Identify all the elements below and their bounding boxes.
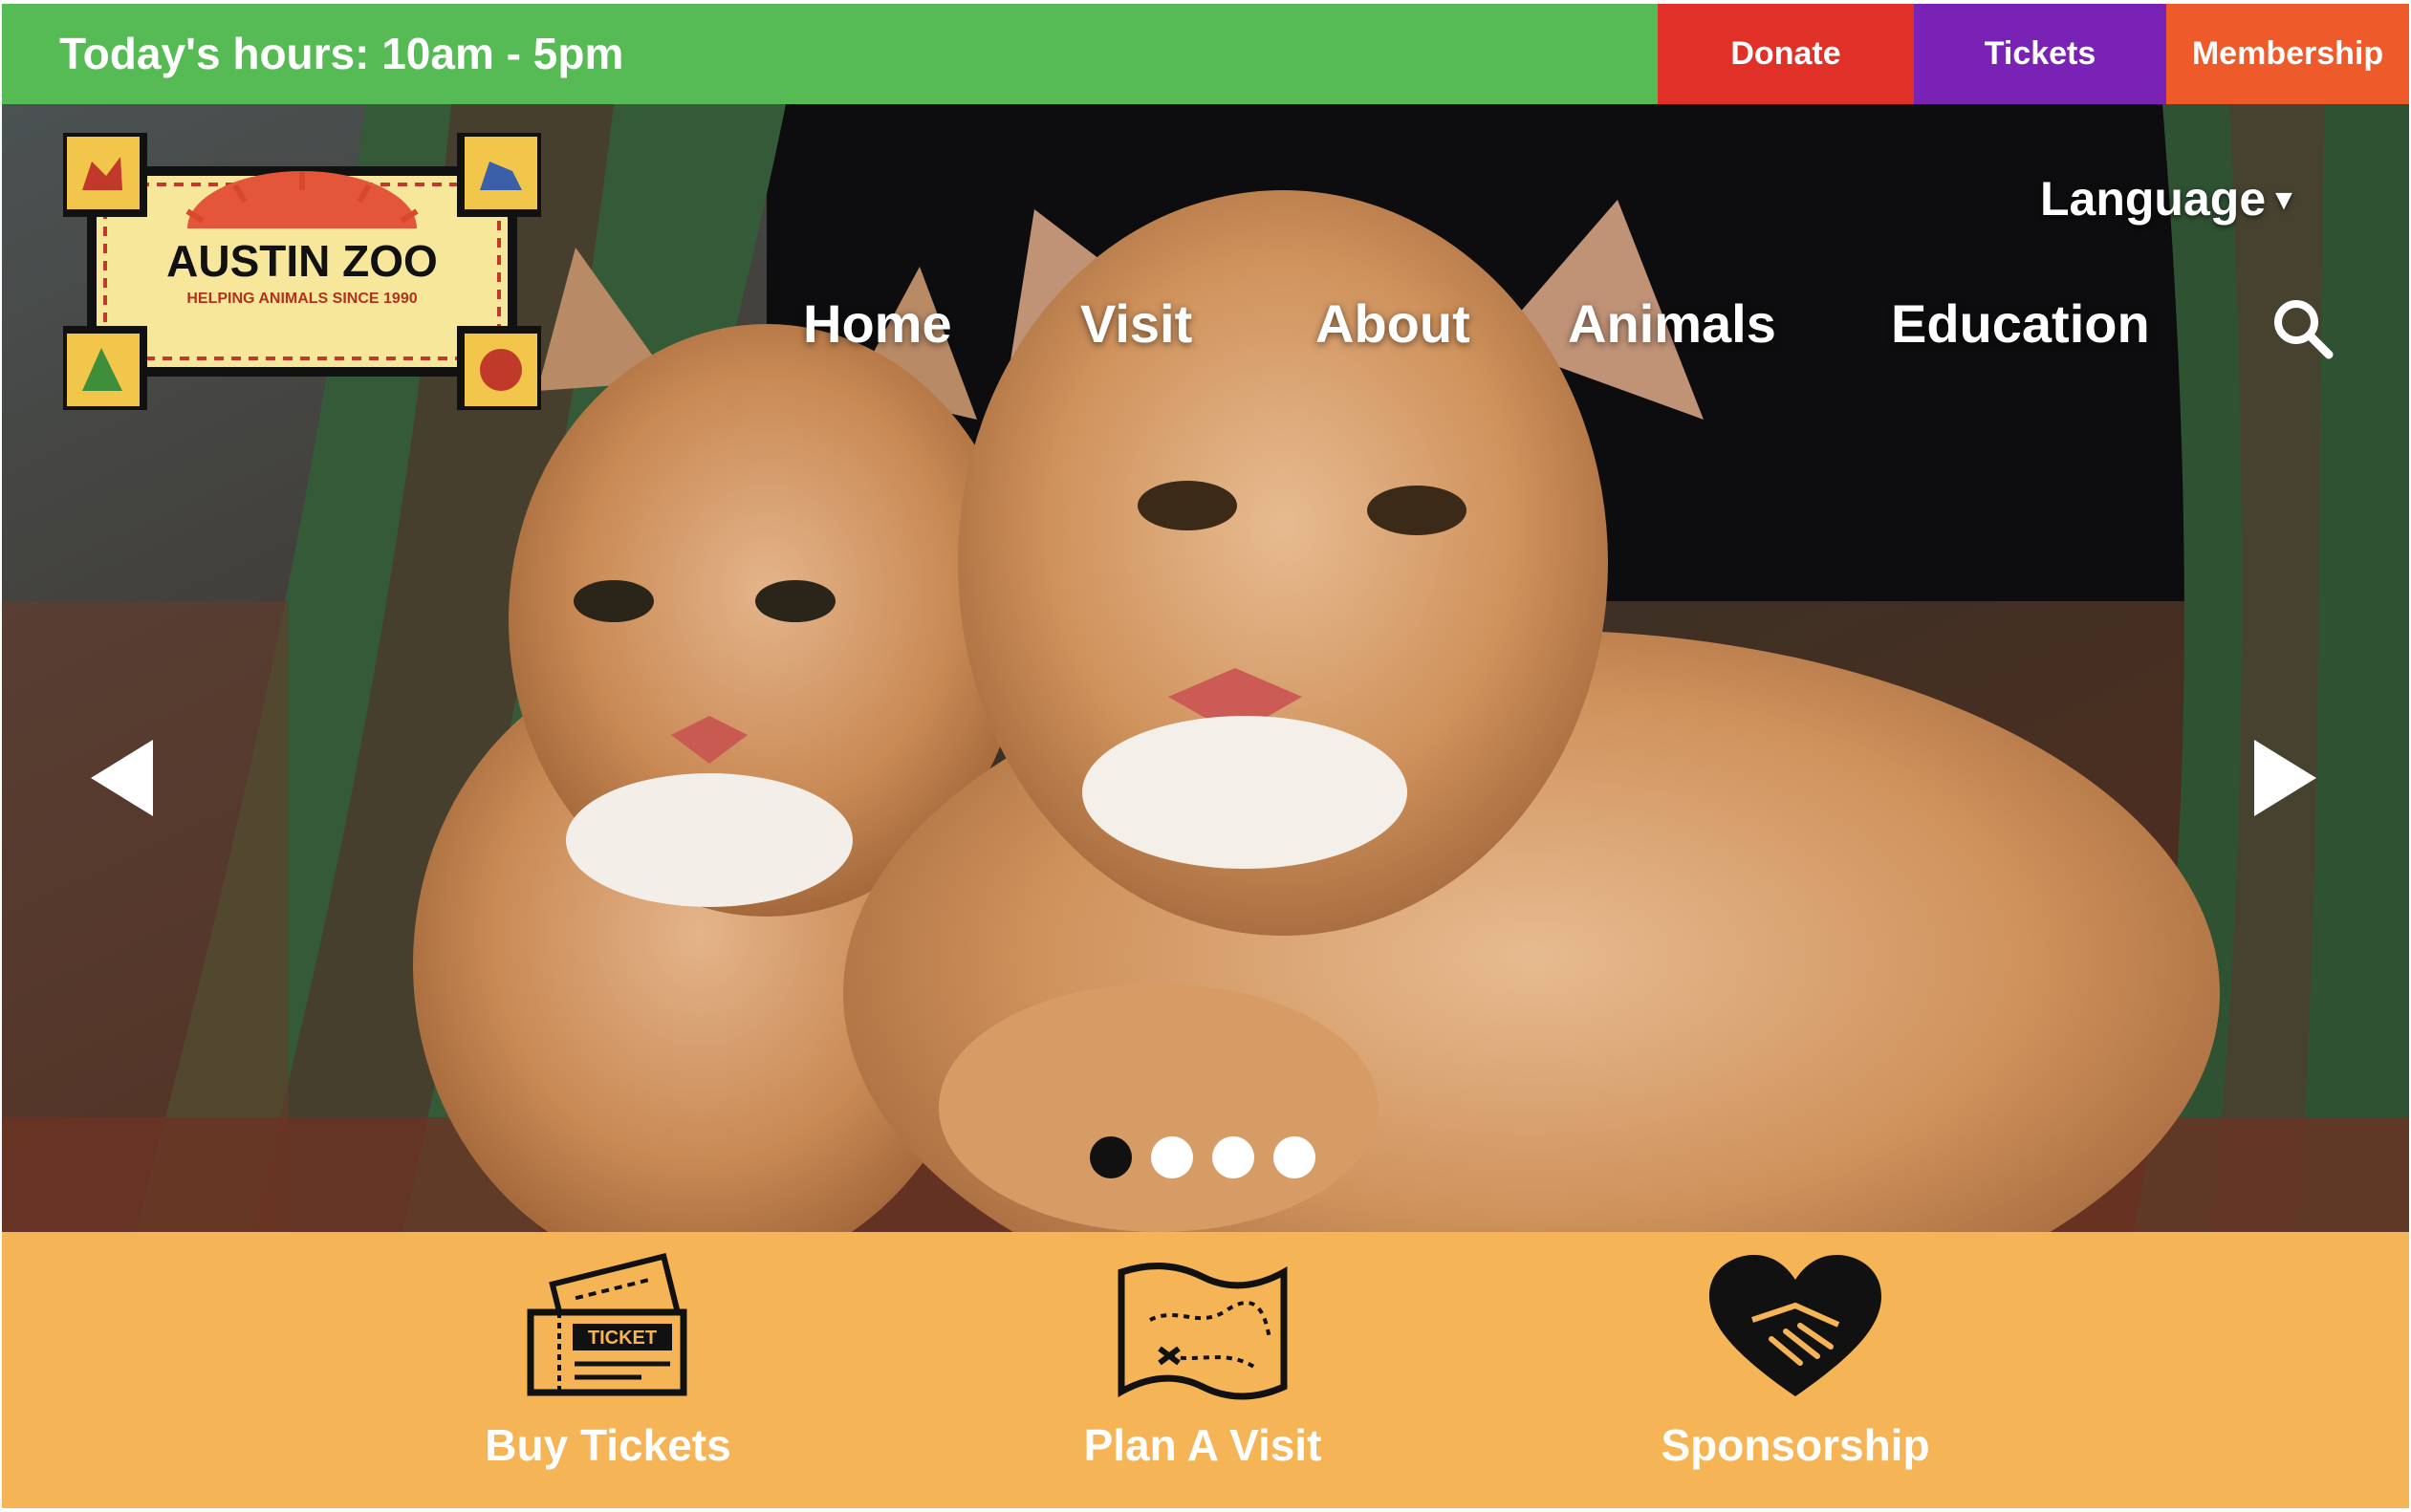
plan-a-visit-label: Plan A Visit: [1083, 1420, 1322, 1470]
top-bar: Today's hours: 10am - 5pm Donate Tickets…: [2, 4, 2409, 104]
map-icon: [1118, 1263, 1288, 1400]
quick-links-strip: TICKET Buy Tickets Plan A Visit Sponsors…: [2, 1232, 2409, 1508]
nav-home[interactable]: Home: [803, 286, 952, 362]
heart-handshake-icon: [1709, 1255, 1881, 1396]
caret-down-icon: ▼: [2270, 184, 2298, 216]
zoo-homepage: Today's hours: 10am - 5pm Donate Tickets…: [2, 4, 2409, 1508]
donate-button[interactable]: Donate: [1658, 4, 1914, 104]
austin-zoo-logo[interactable]: AUSTIN ZOO HELPING ANIMALS SINCE 1990: [63, 133, 541, 410]
language-label: Language: [2040, 172, 2267, 226]
carousel-dot-2[interactable]: [1151, 1136, 1193, 1178]
hero-carousel: AUSTIN ZOO HELPING ANIMALS SINCE 1990 La…: [2, 104, 2409, 1232]
buy-tickets-link[interactable]: TICKET Buy Tickets: [407, 1232, 809, 1508]
nav-visit[interactable]: Visit: [1080, 286, 1192, 362]
svg-text:TICKET: TICKET: [588, 1328, 657, 1349]
carousel-dot-4[interactable]: [1273, 1136, 1315, 1178]
language-selector[interactable]: Language ▼: [2040, 171, 2298, 227]
membership-button[interactable]: Membership: [2166, 4, 2409, 104]
tickets-button[interactable]: Tickets: [1914, 4, 2166, 104]
nav-about[interactable]: About: [1315, 286, 1470, 362]
svg-text:AUSTIN ZOO: AUSTIN ZOO: [166, 236, 438, 286]
sponsorship-label: Sponsorship: [1661, 1420, 1930, 1470]
nav-animals[interactable]: Animals: [1568, 286, 1776, 362]
ticket-icon: TICKET: [527, 1253, 687, 1396]
plan-a-visit-link[interactable]: Plan A Visit: [1002, 1232, 1403, 1508]
search-icon[interactable]: [2270, 295, 2335, 360]
buy-tickets-label: Buy Tickets: [485, 1420, 731, 1470]
carousel-prev-arrow-icon[interactable]: [86, 735, 163, 821]
carousel-next-arrow-icon[interactable]: [2245, 735, 2321, 821]
sponsorship-link[interactable]: Sponsorship: [1595, 1232, 1996, 1508]
nav-education[interactable]: Education: [1891, 286, 2150, 362]
carousel-dot-1[interactable]: [1090, 1136, 1132, 1178]
svg-text:HELPING ANIMALS SINCE 1990: HELPING ANIMALS SINCE 1990: [186, 291, 417, 307]
carousel-dot-3[interactable]: [1212, 1136, 1254, 1178]
todays-hours: Today's hours: 10am - 5pm: [59, 29, 624, 78]
